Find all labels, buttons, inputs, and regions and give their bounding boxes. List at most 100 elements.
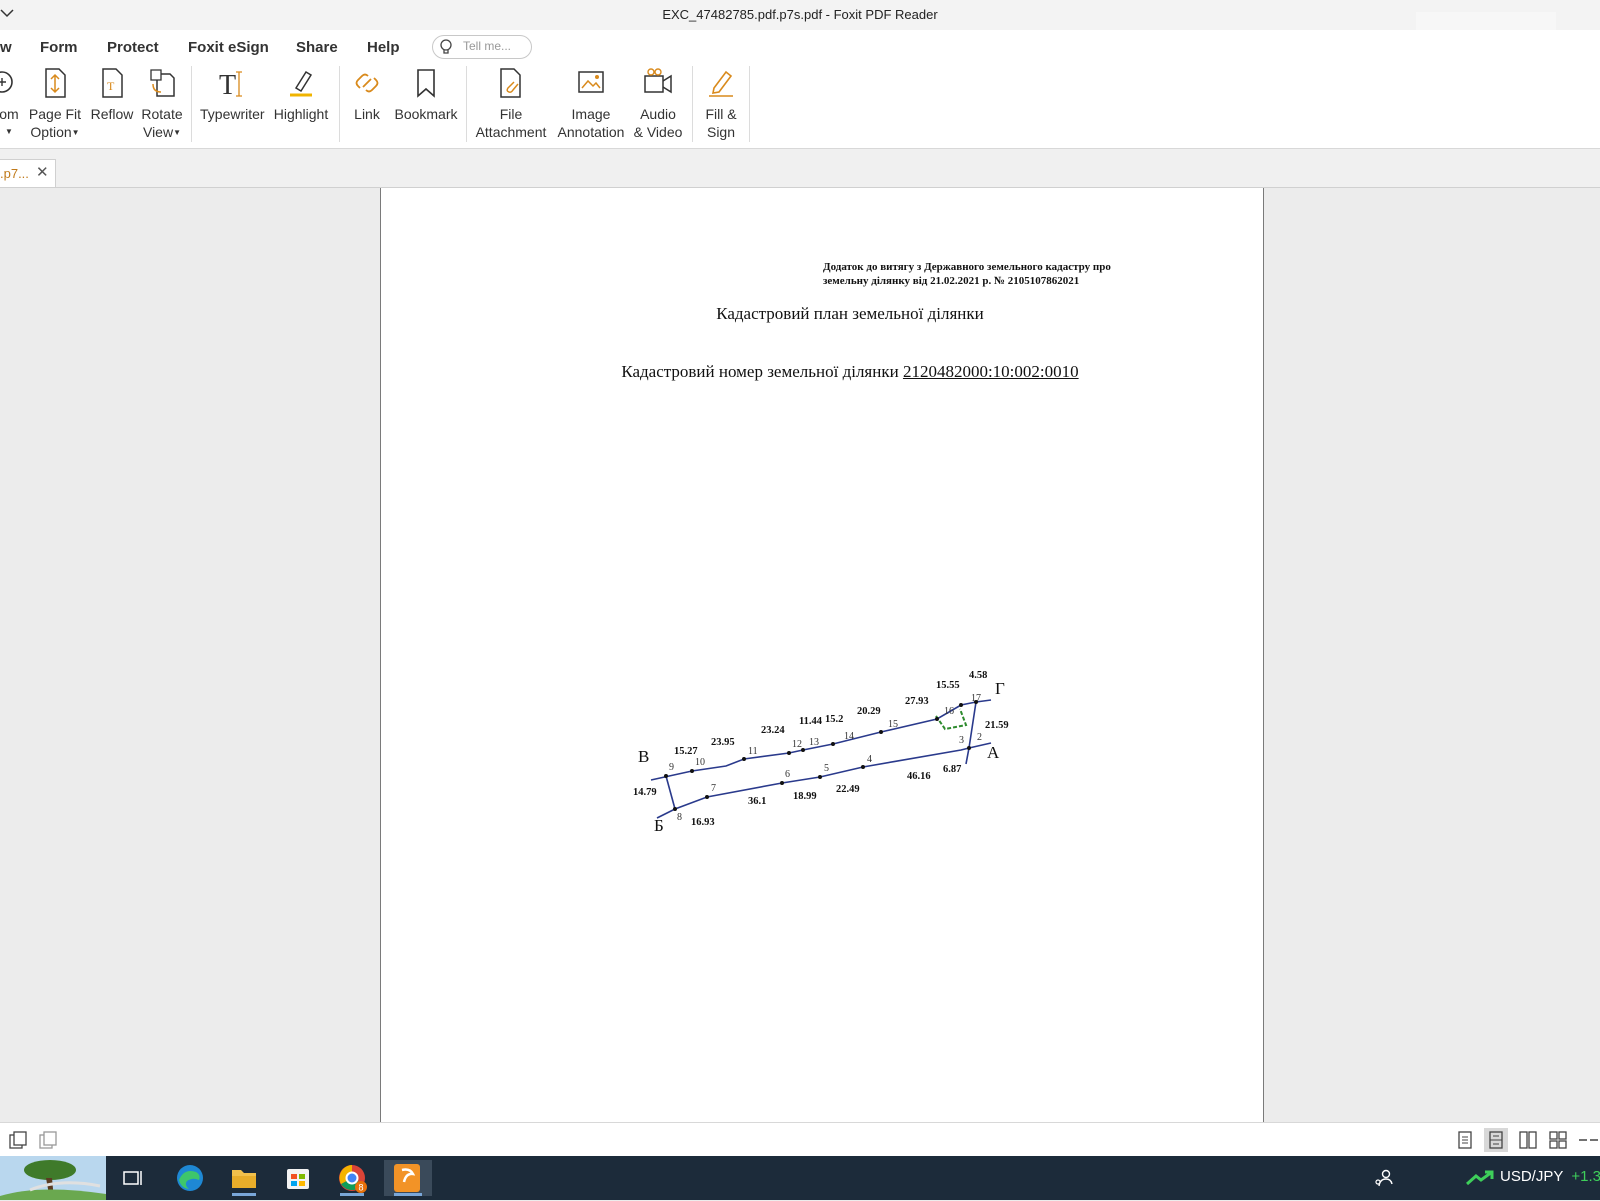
fill-sign-button[interactable]: Fill & Sign [700, 66, 742, 141]
page-fit-icon [45, 68, 66, 98]
corner-label-g: Г [995, 679, 1005, 698]
point-number: 7 [711, 783, 716, 794]
foxit-taskbar-app[interactable] [384, 1160, 432, 1196]
close-icon[interactable]: ✕ [36, 163, 49, 181]
point-number: 12 [792, 739, 802, 750]
rotate-label-2: View▼ [140, 123, 184, 142]
menu-share[interactable]: Share [296, 39, 338, 56]
bookmark-button[interactable]: Bookmark [394, 66, 458, 123]
rotate-view-icon [150, 69, 175, 97]
zoom-button[interactable]: om ▼ [0, 66, 22, 141]
menu-protect[interactable]: Protect [107, 39, 159, 56]
segment-length: 22.49 [836, 784, 860, 795]
store-taskbar-app[interactable] [278, 1160, 318, 1196]
bookmark-icon [417, 69, 435, 98]
image-annotation-label-2: Annotation [557, 124, 625, 140]
foxit-pdf-icon [394, 1164, 420, 1192]
single-page-view-icon[interactable] [1456, 1131, 1474, 1149]
title-bar: EXC_47482785.pdf.p7s.pdf - Foxit PDF Rea… [0, 0, 1600, 34]
segment-length: 4.58 [969, 670, 987, 681]
fill-sign-label-1: Fill & [705, 106, 737, 122]
reflow-button[interactable]: T Reflow [90, 66, 134, 123]
link-icon [355, 73, 379, 93]
point-number: 8 [677, 812, 682, 823]
image-annotation-button[interactable]: Image Annotation [554, 66, 628, 141]
fill-sign-icon [709, 70, 733, 97]
zoom-caret: ▼ [5, 127, 13, 136]
segment-length: 46.16 [907, 771, 931, 782]
segment-length: 15.2 [825, 714, 843, 725]
edge-taskbar-app[interactable] [170, 1160, 210, 1196]
ribbon-separator [692, 66, 693, 142]
highlight-button[interactable]: Highlight [270, 66, 332, 123]
menu-view[interactable]: w [0, 39, 12, 56]
chrome-icon: 8 [339, 1165, 367, 1193]
chrome-taskbar-app[interactable]: 8 [332, 1160, 372, 1196]
running-indicator [232, 1193, 256, 1196]
link-button[interactable]: Link [350, 66, 384, 123]
fill-sign-label-2: Sign [706, 124, 736, 140]
trend-up-icon [1466, 1170, 1494, 1186]
segment-length: 36.1 [748, 796, 766, 807]
menu-help[interactable]: Help [367, 39, 400, 56]
file-attachment-label-2: Attachment [475, 124, 547, 140]
left-boundary-line [665, 775, 676, 810]
segment-length: 15.27 [674, 746, 698, 757]
currency-ticker[interactable]: USD/JPY +1.3 [1500, 1168, 1600, 1185]
top-boundary-line [650, 699, 992, 781]
status-bar [0, 1122, 1600, 1157]
facing-view-icon[interactable] [1518, 1131, 1538, 1149]
tell-me-search[interactable]: Tell me... [432, 35, 532, 59]
audio-video-icon [644, 68, 672, 94]
menu-form[interactable]: Form [40, 39, 78, 56]
zoom-label: om [0, 106, 19, 122]
edge-icon [177, 1165, 203, 1191]
link-label: Link [354, 106, 380, 122]
page-fit-option-button[interactable]: Page Fit Option▼ [28, 66, 82, 142]
image-annotation-icon [578, 71, 604, 93]
lightbulb-icon [440, 39, 452, 54]
widgets-landscape-icon[interactable] [0, 1156, 106, 1200]
segment-length: 15.55 [936, 680, 960, 691]
typewriter-button[interactable]: T Typewriter [200, 66, 265, 123]
ribbon-separator [339, 66, 340, 142]
zoom-icon [0, 71, 13, 93]
tell-me-placeholder: Tell me... [463, 39, 512, 53]
file-explorer-taskbar-app[interactable] [224, 1160, 264, 1196]
menu-foxit-esign[interactable]: Foxit eSign [188, 39, 269, 56]
ribbon-separator [191, 66, 192, 142]
segment-length: 18.99 [793, 791, 817, 802]
bookmark-label: Bookmark [394, 106, 458, 122]
corner-label-a: А [987, 743, 1000, 762]
page-thumbnail-icon[interactable] [8, 1130, 28, 1150]
highlight-icon [290, 70, 313, 97]
running-indicator [394, 1193, 422, 1196]
point-number: 11 [748, 746, 758, 757]
audio-video-button[interactable]: Audio & Video [632, 66, 684, 141]
point-number: 15 [888, 719, 898, 730]
ticker-change: +1.3 [1571, 1168, 1600, 1185]
zoom-out-icon[interactable] [1578, 1131, 1598, 1149]
point-number: 6 [785, 769, 790, 780]
task-view-icon[interactable] [122, 1168, 144, 1188]
layers-icon[interactable] [38, 1130, 58, 1150]
document-workspace[interactable]: Додаток до витягу з Державного земельног… [0, 188, 1600, 1122]
typewriter-icon: T [219, 70, 242, 100]
point-number: 13 [809, 737, 819, 748]
people-icon[interactable] [1374, 1168, 1394, 1188]
rotate-view-button[interactable]: Rotate View▼ [140, 66, 184, 142]
point-number: 9 [669, 762, 674, 773]
document-tab[interactable]: .p7... ✕ [0, 159, 56, 187]
continuous-view-active[interactable] [1484, 1128, 1508, 1152]
rotate-label-1: Rotate [141, 106, 183, 122]
segment-length: 27.93 [905, 696, 929, 707]
image-annotation-label-1: Image [571, 106, 611, 122]
ribbon-separator [749, 66, 750, 142]
segment-length: 14.79 [633, 787, 657, 798]
cadastral-plan-drawing: 2 3 4 5 6 7 8 9 10 11 12 13 14 15 16 17 … [633, 670, 1009, 835]
point-number: 3 [959, 735, 964, 746]
highlight-label: Highlight [273, 106, 329, 122]
continuous-facing-view-icon[interactable] [1548, 1131, 1568, 1149]
page-fit-label-1: Page Fit [28, 106, 82, 122]
file-attachment-button[interactable]: File Attachment [474, 66, 548, 141]
